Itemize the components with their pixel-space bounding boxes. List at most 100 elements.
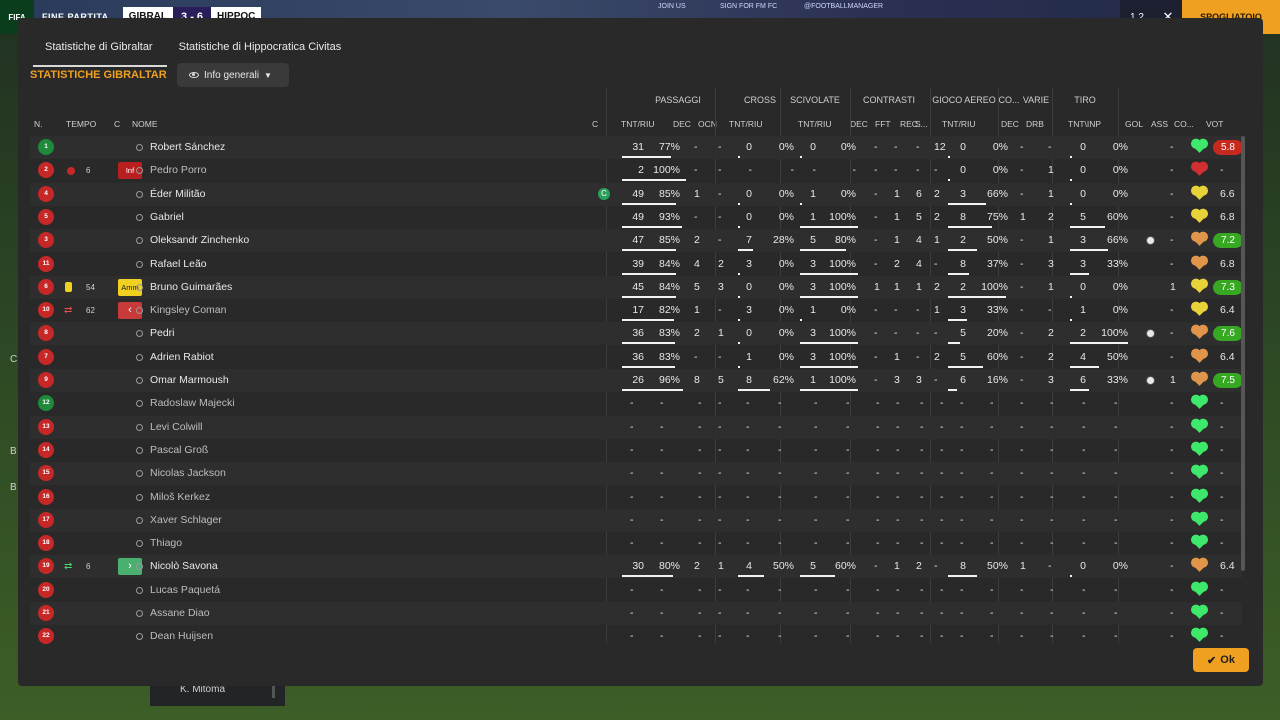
stat-tackle-s: - bbox=[934, 257, 938, 270]
column-header[interactable]: TNT/RIU bbox=[798, 119, 832, 129]
player-picture-icon bbox=[136, 260, 143, 268]
column-header[interactable]: S... bbox=[915, 119, 928, 129]
condition-heart-icon bbox=[1193, 256, 1206, 270]
view-dropdown-label: Info generali bbox=[204, 69, 260, 81]
table-row[interactable]: 13 Levi Colwill - - - - - - - - - - - - - - - - - - - - bbox=[30, 415, 1242, 439]
table-row[interactable]: 3 Oleksandr Zinchenko 47 85% 2-7 28% 5 80% -1 4 1 2… bbox=[30, 229, 1243, 253]
stat-tackle-fft: - bbox=[894, 304, 898, 317]
column-header[interactable]: N. bbox=[34, 119, 43, 129]
empty-stat: - bbox=[630, 397, 634, 410]
player-picture-icon bbox=[136, 400, 143, 408]
empty-stat: - bbox=[718, 583, 722, 596]
table-row[interactable]: 9 Omar Marmoush 26 96% 8 5 8 62% 1 100% -3 3-6 16% -3… bbox=[30, 369, 1243, 392]
table-row[interactable]: 22 Dean Huijsen - - - - - - - - - - - - - - - - - - - - bbox=[30, 625, 1242, 648]
player-name: Xaver Schlager bbox=[150, 513, 222, 526]
table-row[interactable]: 6 54 Amm Bruno Guimarães 45 84% 5 3 0 0% 3 100% 1 1 1 2… bbox=[30, 275, 1243, 299]
table-row[interactable]: 8 Pedri 36 83% 2 1 0 0% 3 100% - - - -5 20% -2 2 100% -7.6 bbox=[30, 322, 1243, 346]
column-header[interactable]: DRB bbox=[1026, 119, 1044, 129]
stat-tackle-fft: 2 bbox=[894, 257, 900, 270]
column-header[interactable]: VOT bbox=[1206, 119, 1223, 129]
column-header[interactable]: DEC bbox=[673, 119, 691, 129]
column-header[interactable]: TNT/RIU bbox=[729, 119, 763, 129]
stat-sc-bar bbox=[800, 249, 847, 252]
view-dropdown[interactable]: Info generali ▼ bbox=[177, 63, 289, 87]
group-header-contrasti: CONTRASTI bbox=[862, 95, 915, 105]
empty-stat: - bbox=[630, 420, 634, 433]
player-name: Oleksandr Zinchenko bbox=[150, 234, 250, 247]
empty-stat: - bbox=[920, 537, 924, 550]
table-row[interactable]: 19 ⇄ 6 › Nicolò Savona 30 80% 2 1 4 50% 5 60% -1 2-8 50… bbox=[30, 555, 1242, 579]
column-header[interactable]: GOL bbox=[1125, 119, 1143, 129]
ok-button[interactable]: ✔ Ok bbox=[1193, 648, 1249, 672]
stat-tackle-dec: - bbox=[874, 350, 878, 363]
player-rating: - bbox=[1220, 467, 1224, 480]
table-row[interactable]: 12 Radoslaw Majecki - - - - - - - - - - - - - - - - - - - - bbox=[30, 392, 1242, 415]
empty-stat: - bbox=[1020, 467, 1024, 480]
table-row[interactable]: 14 Pascal Groß - - - - - - - - - - - - - - - - - - - - bbox=[30, 439, 1242, 462]
stat-cr-bar bbox=[738, 156, 740, 158]
table-row[interactable]: 18 Thiago - - - - - - - - - - - - - - - - - - - - bbox=[30, 532, 1242, 555]
empty-stat: - bbox=[718, 607, 722, 619]
column-header[interactable]: C bbox=[592, 119, 598, 129]
table-row[interactable]: 20 Lucas Paquetá - - - - - - - - - - - - - - - - - - - - bbox=[30, 579, 1242, 602]
column-header[interactable]: ASS bbox=[1151, 119, 1168, 129]
empty-stat: - bbox=[920, 420, 924, 433]
stat-ti-bar bbox=[1070, 225, 1105, 228]
stat-co-dec: - bbox=[1020, 234, 1024, 247]
table-row[interactable]: 1 Robert Sánchez 31 77% - -0 0% 0 0% - - -12 0 0% - -0 0… bbox=[30, 136, 1243, 159]
shirt-number-icon: 3 bbox=[38, 232, 54, 249]
table-row[interactable]: 17 Xaver Schlager - - - - - - - - - - - - - - - - - - - - bbox=[30, 508, 1242, 532]
player-picture-icon bbox=[136, 283, 143, 291]
stat-dribbles: 2 bbox=[1048, 350, 1054, 363]
column-header[interactable]: DEC bbox=[1001, 119, 1019, 129]
condition-heart-icon bbox=[1193, 396, 1206, 410]
column-header[interactable]: CO... bbox=[1174, 119, 1194, 129]
shirt-number-icon: 10 bbox=[38, 302, 54, 319]
shirt-number-icon: 15 bbox=[38, 465, 54, 482]
column-header[interactable]: TNT/RIU bbox=[942, 119, 976, 129]
empty-stat: - bbox=[1082, 537, 1086, 550]
table-row[interactable]: 15 Nicolas Jackson - - - - - - - - - - - - - - - - - - - - bbox=[30, 462, 1242, 486]
column-header[interactable]: DEC bbox=[850, 119, 868, 129]
player-picture-icon bbox=[136, 144, 143, 151]
empty-stat: - bbox=[746, 513, 750, 526]
table-row[interactable]: 21 Assane Diao - - - - - - - - - - - - - - - - - - - - bbox=[30, 602, 1242, 625]
empty-stat: - bbox=[778, 537, 782, 550]
table-row[interactable]: 11 Rafael Leão 39 84% 4 2 3 0% 3 100% -2 4-8 37% -3 3 3… bbox=[30, 253, 1242, 276]
empty-stat: - bbox=[1170, 583, 1174, 596]
empty-stat: - bbox=[940, 630, 944, 643]
empty-stat: - bbox=[814, 583, 818, 596]
stat-cr-bar bbox=[738, 225, 740, 228]
player-rating: - bbox=[1220, 630, 1224, 643]
table-row[interactable]: 2 6 Inf Pedro Porro 2 100% - - - - - - - - - -0 0% -1 0 0% -… bbox=[30, 159, 1242, 182]
column-header[interactable]: TNT/RIU bbox=[621, 119, 655, 129]
table-row[interactable]: 4 Éder Militão C 49 85% 1-0 0% 1 0% -1 6 2 3 66% -1 0 0%… bbox=[30, 182, 1242, 206]
condition-heart-icon bbox=[1193, 233, 1206, 247]
column-header[interactable]: C bbox=[114, 119, 120, 129]
column-header[interactable]: FFT bbox=[875, 119, 891, 129]
stat-assists: - bbox=[1170, 327, 1174, 340]
table-row[interactable]: 7 Adrien Rabiot 36 83% - -1 0% 3 100% -1-2 5 60% -2 4… bbox=[30, 346, 1242, 369]
stat-sc-bar bbox=[800, 156, 802, 158]
scrollbar[interactable] bbox=[272, 684, 275, 698]
empty-stat: - bbox=[698, 397, 702, 410]
stat-pass-ocn: 2 bbox=[718, 257, 724, 270]
tab-home-stats[interactable]: Statistiche di Gibraltar bbox=[33, 38, 167, 67]
column-header[interactable]: NOME bbox=[132, 119, 158, 129]
scrollbar[interactable] bbox=[1241, 136, 1245, 571]
stat-ti-attempts: 0 bbox=[1080, 164, 1086, 177]
empty-stat: - bbox=[846, 397, 850, 410]
stat-assists: - bbox=[1170, 141, 1174, 153]
stat-sc-attempts: - bbox=[812, 164, 817, 177]
stat-p-bar bbox=[622, 389, 684, 391]
stat-tackle-dec: - bbox=[874, 327, 878, 340]
table-row[interactable]: 5 Gabriel 49 93% - -0 0% 1 100% -1 5 2 8 75% 1 2 5 60% -6.… bbox=[30, 206, 1242, 229]
table-row[interactable]: 16 Miloš Kerkez - - - - - - - - - - - - - - - - - - - - bbox=[30, 486, 1242, 509]
empty-stat: - bbox=[920, 397, 924, 410]
stat-sc-bar bbox=[800, 365, 858, 368]
stat-tackle-rec: - bbox=[916, 304, 920, 317]
column-header[interactable]: TEMPO bbox=[66, 119, 96, 129]
stat-ti-pct: 0% bbox=[1112, 560, 1128, 573]
column-header[interactable]: TNT\INP bbox=[1068, 119, 1101, 129]
table-row[interactable]: 10 ⇄ 62 ‹ Kingsley Coman 17 82% 1-3 0% 1 0% - - -1 3 33… bbox=[30, 299, 1242, 322]
